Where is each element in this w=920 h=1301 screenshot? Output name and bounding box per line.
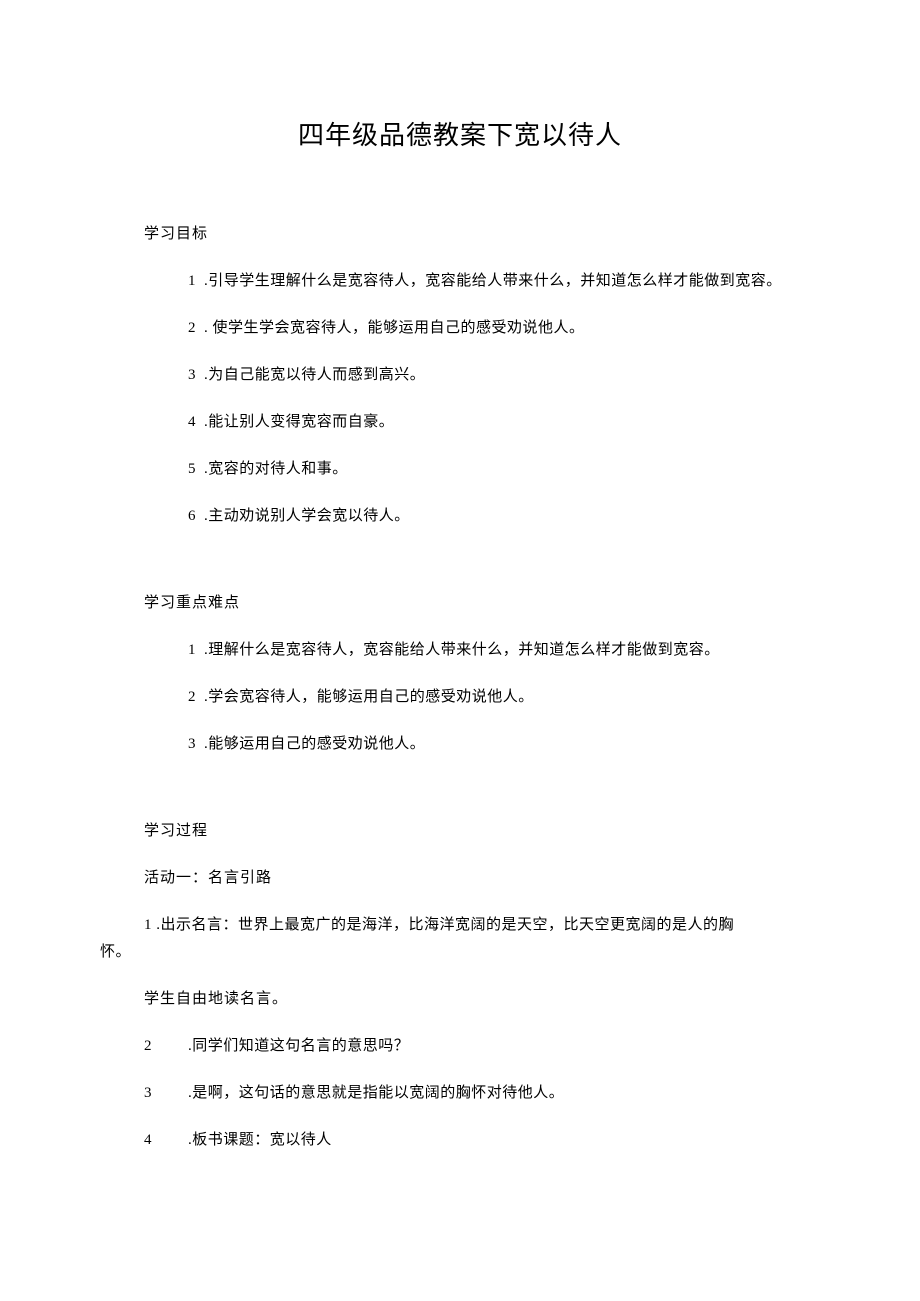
item-text: .能够运用自己的感受劝说他人。 <box>204 736 425 752</box>
goal-item-5: 5 .宽容的对待人和事。 <box>100 457 820 478</box>
item-text: . 使学生学会宽容待人，能够运用自己的感受劝说他人。 <box>204 320 585 336</box>
section-header-process: 学习过程 <box>100 819 820 840</box>
item-number: 4 <box>144 1132 152 1149</box>
item-number: 4 <box>144 414 196 431</box>
item-number: 3 <box>144 736 196 753</box>
goal-item-4: 4 .能让别人变得宽容而自豪。 <box>100 410 820 431</box>
item-number: 3 <box>144 1085 152 1102</box>
item-text: .能让别人变得宽容而自豪。 <box>204 414 394 430</box>
item-number: 2 <box>144 320 196 337</box>
goal-item-2: 2 . 使学生学会宽容待人，能够运用自己的感受劝说他人。 <box>100 316 820 337</box>
activity-subheader: 活动一：名言引路 <box>100 866 820 887</box>
process-item-4: 4 .板书课题：宽以待人 <box>100 1128 820 1149</box>
section-header-keypoints: 学习重点难点 <box>100 591 820 612</box>
item-number: 2 <box>144 1038 152 1055</box>
item-text: .同学们知道这句名言的意思吗？ <box>188 1038 409 1054</box>
page-title: 四年级品德教案下宽以待人 <box>100 115 820 152</box>
item-text: .是啊，这句话的意思就是指能以宽阔的胸怀对待他人。 <box>188 1085 564 1101</box>
keypoint-item-3: 3 .能够运用自己的感受劝说他人。 <box>100 732 820 753</box>
item-text: .学会宽容待人，能够运用自己的感受劝说他人。 <box>204 689 534 705</box>
process-item-2: 2 .同学们知道这句名言的意思吗？ <box>100 1034 820 1055</box>
item-number: 5 <box>144 461 196 478</box>
process-plain-text: 学生自由地读名言。 <box>100 987 820 1008</box>
item-text: .主动劝说别人学会宽以待人。 <box>204 508 410 524</box>
process-item-1-line1: 1 .出示名言：世界上最宽广的是海洋，比海洋宽阔的是天空，比天空更宽阔的是人的胸 <box>100 913 820 934</box>
item-number: 3 <box>144 367 196 384</box>
process-item-1-line2: 怀。 <box>100 940 820 961</box>
item-number: 2 <box>144 689 196 706</box>
keypoint-item-1: 1 .理解什么是宽容待人，宽容能给人带来什么，并知道怎么样才能做到宽容。 <box>100 638 820 659</box>
item-number: 6 <box>144 508 196 525</box>
item-number: 1 <box>144 642 196 659</box>
keypoint-item-2: 2 .学会宽容待人，能够运用自己的感受劝说他人。 <box>100 685 820 706</box>
item-text: .板书课题：宽以待人 <box>188 1132 332 1148</box>
item-text: .理解什么是宽容待人，宽容能给人带来什么，并知道怎么样才能做到宽容。 <box>204 642 720 658</box>
goal-item-1: 1 .引导学生理解什么是宽容待人，宽容能给人带来什么，并知道怎么样才能做到宽容。 <box>100 269 820 290</box>
process-item-3: 3 .是啊，这句话的意思就是指能以宽阔的胸怀对待他人。 <box>100 1081 820 1102</box>
item-text: .为自己能宽以待人而感到高兴。 <box>204 367 425 383</box>
goal-item-6: 6 .主动劝说别人学会宽以待人。 <box>100 504 820 525</box>
item-text: .引导学生理解什么是宽容待人，宽容能给人带来什么，并知道怎么样才能做到宽容。 <box>204 273 782 289</box>
goal-item-3: 3 .为自己能宽以待人而感到高兴。 <box>100 363 820 384</box>
section-header-goals: 学习目标 <box>100 222 820 243</box>
item-text: .宽容的对待人和事。 <box>204 461 348 477</box>
item-number: 1 <box>144 273 196 290</box>
